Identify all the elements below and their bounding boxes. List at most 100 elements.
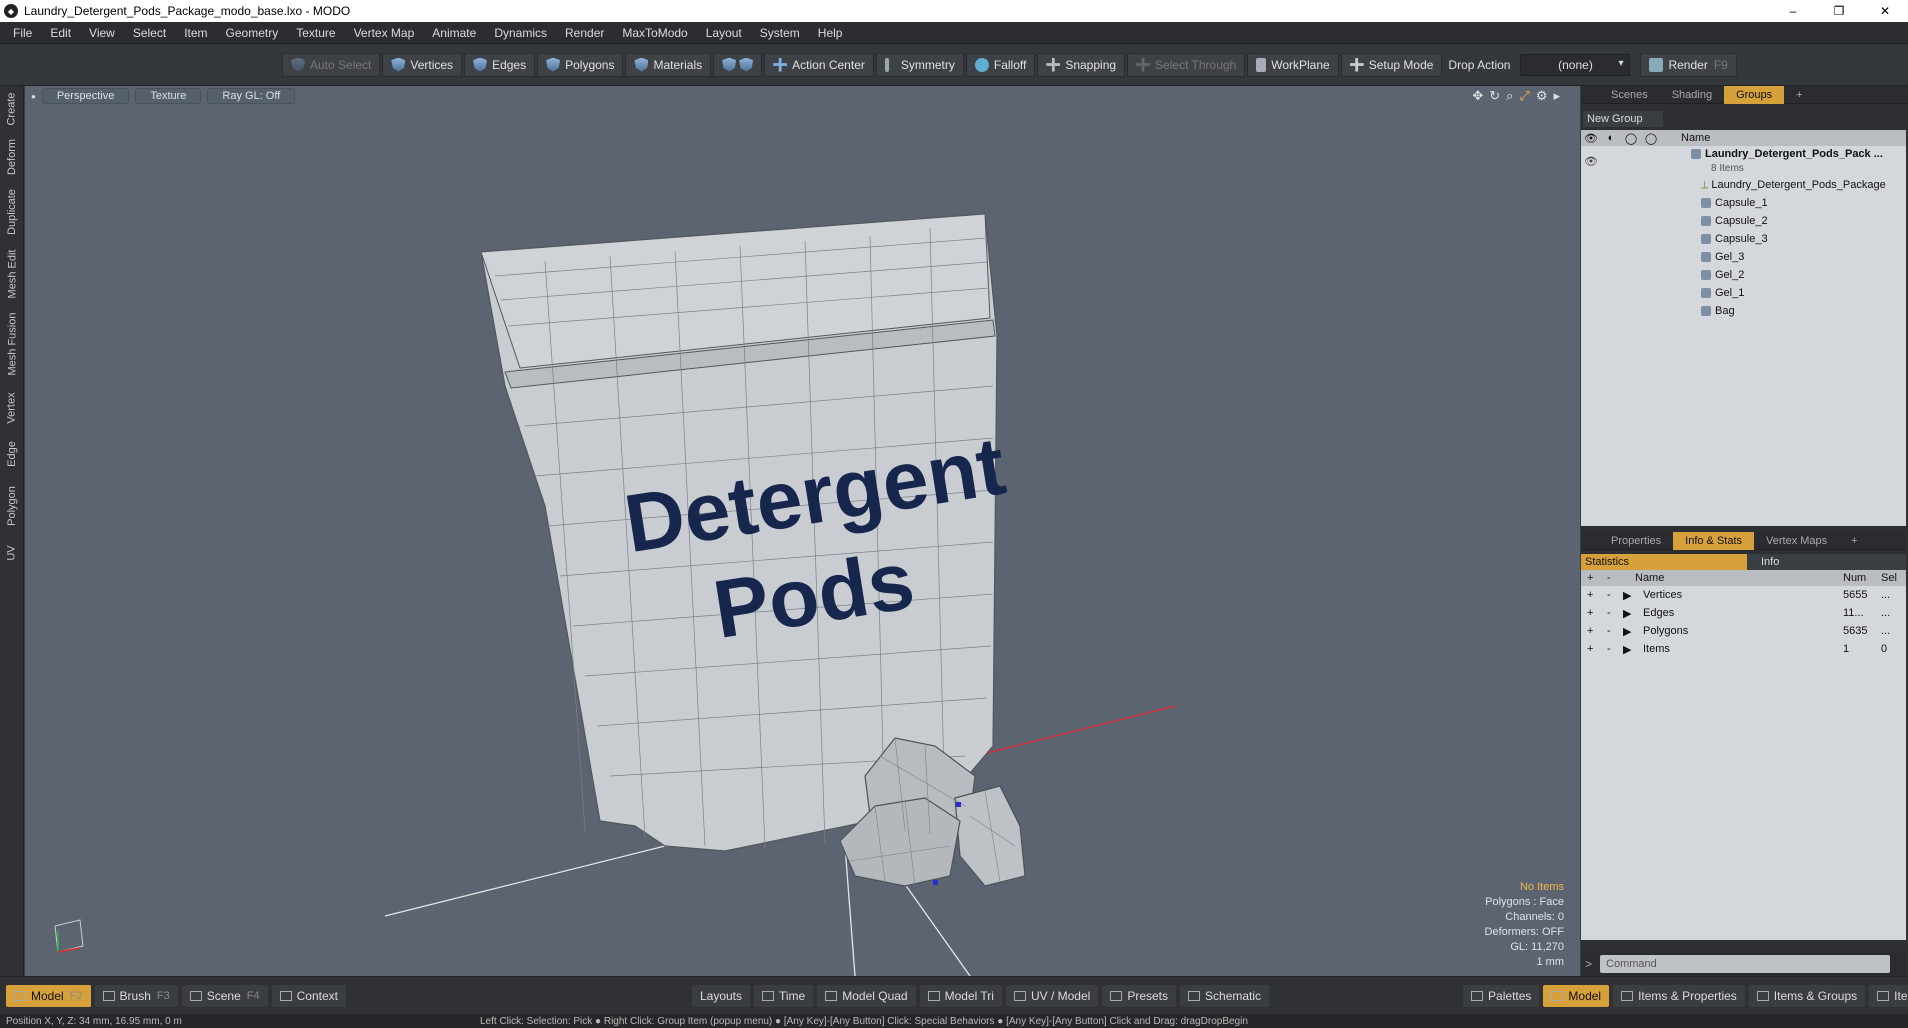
- menu-help[interactable]: Help: [809, 22, 852, 44]
- drop-action-select[interactable]: (none): [1520, 53, 1631, 76]
- menu-edit[interactable]: Edit: [41, 22, 80, 44]
- tab-groups[interactable]: Groups: [1724, 85, 1785, 104]
- polygons-button[interactable]: Polygons: [537, 52, 624, 77]
- time-button[interactable]: Time: [754, 984, 814, 1007]
- list-item[interactable]: Gel_1: [1581, 284, 1906, 302]
- minimize-button[interactable]: –: [1770, 0, 1816, 22]
- add-tab-icon[interactable]: +: [1784, 86, 1814, 104]
- items-groups-button[interactable]: Items & Groups: [1748, 984, 1866, 1007]
- symmetry-button[interactable]: Symmetry: [875, 52, 964, 77]
- tab-uv[interactable]: UV: [0, 538, 24, 568]
- shading-dropdown[interactable]: Texture: [135, 88, 202, 104]
- disclosure-arrow-icon[interactable]: ▶: [1623, 589, 1631, 602]
- group-root-row[interactable]: 👁 Laundry_Detergent_Pods_Pack ... 8 Item…: [1581, 146, 1906, 176]
- materials-button[interactable]: Materials: [625, 52, 712, 77]
- schematic-button[interactable]: Schematic: [1180, 984, 1270, 1007]
- collapse-icon[interactable]: -: [1607, 625, 1611, 637]
- tab-edge[interactable]: Edge: [0, 434, 24, 474]
- snapping-button[interactable]: Snapping: [1037, 52, 1126, 77]
- list-item[interactable]: Gel_3: [1581, 248, 1906, 266]
- maximize-button[interactable]: ❐: [1816, 0, 1862, 22]
- menu-geometry[interactable]: Geometry: [217, 22, 288, 44]
- expand-icon[interactable]: +: [1587, 589, 1593, 601]
- settings-gear-icon[interactable]: ⚙: [1536, 88, 1548, 104]
- raygl-dropdown[interactable]: Ray GL: Off: [207, 88, 296, 104]
- falloff-button[interactable]: Falloff: [965, 52, 1036, 77]
- model-tri-button[interactable]: Model Tri: [919, 984, 1002, 1007]
- zoom-icon[interactable]: ⌕: [1506, 88, 1513, 104]
- tab-info-stats[interactable]: Info & Stats: [1673, 531, 1755, 550]
- tab-deform[interactable]: Deform: [0, 134, 24, 180]
- disclosure-arrow-icon[interactable]: ▶: [1623, 625, 1631, 638]
- menu-item[interactable]: Item: [175, 22, 216, 44]
- tab-duplicate[interactable]: Duplicate: [0, 182, 24, 242]
- palettes-button[interactable]: Palettes: [1463, 984, 1540, 1007]
- table-row[interactable]: + - ▶ Items 1 0: [1581, 640, 1906, 658]
- layout-brush-button[interactable]: Brush F3: [94, 984, 178, 1007]
- tab-mesh-edit[interactable]: Mesh Edit: [0, 244, 24, 304]
- menu-file[interactable]: File: [4, 22, 41, 44]
- edges-button[interactable]: Edges: [464, 52, 536, 77]
- menu-view[interactable]: View: [80, 22, 124, 44]
- menu-dynamics[interactable]: Dynamics: [485, 22, 556, 44]
- layout-context-button[interactable]: Context: [271, 984, 346, 1007]
- list-item[interactable]: Capsule_3: [1581, 230, 1906, 248]
- action-center-button[interactable]: Action Center: [764, 52, 874, 77]
- list-item[interactable]: Capsule_1: [1581, 194, 1906, 212]
- layouts-button[interactable]: Layouts: [691, 984, 750, 1007]
- list-item[interactable]: ⟂ Laundry_Detergent_Pods_Package: [1581, 176, 1906, 194]
- layout-model-button[interactable]: Model F2: [6, 984, 91, 1007]
- uv-model-button[interactable]: UV / Model: [1005, 984, 1099, 1007]
- close-button[interactable]: ✕: [1862, 0, 1908, 22]
- tab-polygon[interactable]: Polygon: [0, 476, 24, 536]
- collapse-all-icon[interactable]: -: [1607, 572, 1611, 584]
- menu-system[interactable]: System: [751, 22, 809, 44]
- list-item[interactable]: Gel_2: [1581, 266, 1906, 284]
- rotate-icon[interactable]: ↻: [1489, 88, 1500, 104]
- viewport-menu-icon[interactable]: ●: [31, 92, 36, 101]
- layout-tab-model[interactable]: Model: [1543, 984, 1610, 1007]
- presets-button[interactable]: Presets: [1102, 984, 1177, 1007]
- vertices-button[interactable]: Vertices: [382, 52, 463, 77]
- expand-icon[interactable]: +: [1587, 607, 1593, 619]
- expand-icon[interactable]: +: [1587, 643, 1593, 655]
- command-input[interactable]: Command: [1600, 955, 1891, 973]
- model-quad-button[interactable]: Model Quad: [817, 984, 916, 1007]
- collapse-icon[interactable]: -: [1607, 589, 1611, 601]
- menu-vertex-map[interactable]: Vertex Map: [345, 22, 424, 44]
- expand-all-icon[interactable]: +: [1587, 572, 1593, 584]
- tab-create[interactable]: Create: [0, 86, 24, 132]
- fit-icon[interactable]: ⤢: [1519, 88, 1529, 104]
- auto-select-button[interactable]: Auto Select: [282, 52, 381, 77]
- view-type-dropdown[interactable]: Perspective: [41, 88, 130, 104]
- tab-properties[interactable]: Properties: [1599, 532, 1673, 550]
- menu-maxtomodo[interactable]: MaxToModo: [613, 22, 696, 44]
- collapse-icon[interactable]: -: [1607, 643, 1611, 655]
- workplane-button[interactable]: WorkPlane: [1247, 52, 1339, 77]
- menu-layout[interactable]: Layout: [697, 22, 751, 44]
- list-item[interactable]: Capsule_2: [1581, 212, 1906, 230]
- subtab-info[interactable]: Info: [1747, 554, 1906, 570]
- items-shading-button[interactable]: Items & Shading: [1869, 984, 1908, 1007]
- tab-vertex-maps[interactable]: Vertex Maps: [1754, 532, 1839, 550]
- 3d-viewport[interactable]: Detergent Pods ● Perspective Texture Ray…: [25, 86, 1580, 976]
- menu-animate[interactable]: Animate: [423, 22, 485, 44]
- select-through-button[interactable]: Select Through: [1127, 52, 1246, 77]
- table-row[interactable]: + - ▶ Edges 11... ...: [1581, 604, 1906, 622]
- expand-arrow-icon[interactable]: ▸: [1553, 88, 1560, 104]
- add-tab-icon[interactable]: +: [1839, 532, 1869, 550]
- list-item[interactable]: Bag: [1581, 302, 1906, 320]
- collapse-icon[interactable]: -: [1607, 607, 1611, 619]
- subtab-statistics[interactable]: Statistics: [1581, 554, 1747, 570]
- menu-select[interactable]: Select: [124, 22, 175, 44]
- table-row[interactable]: + - ▶ Polygons 5635 ...: [1581, 622, 1906, 640]
- setup-mode-button[interactable]: Setup Mode: [1340, 52, 1443, 77]
- menu-render[interactable]: Render: [556, 22, 613, 44]
- tab-scenes[interactable]: Scenes: [1599, 86, 1660, 104]
- visibility-eye-icon[interactable]: 👁: [1581, 155, 1601, 168]
- expand-icon[interactable]: +: [1587, 625, 1593, 637]
- items-properties-button[interactable]: Items & Properties: [1613, 984, 1745, 1007]
- select-mode-button[interactable]: [713, 52, 763, 77]
- disclosure-arrow-icon[interactable]: ▶: [1623, 643, 1631, 656]
- disclosure-arrow-icon[interactable]: ▶: [1623, 607, 1631, 620]
